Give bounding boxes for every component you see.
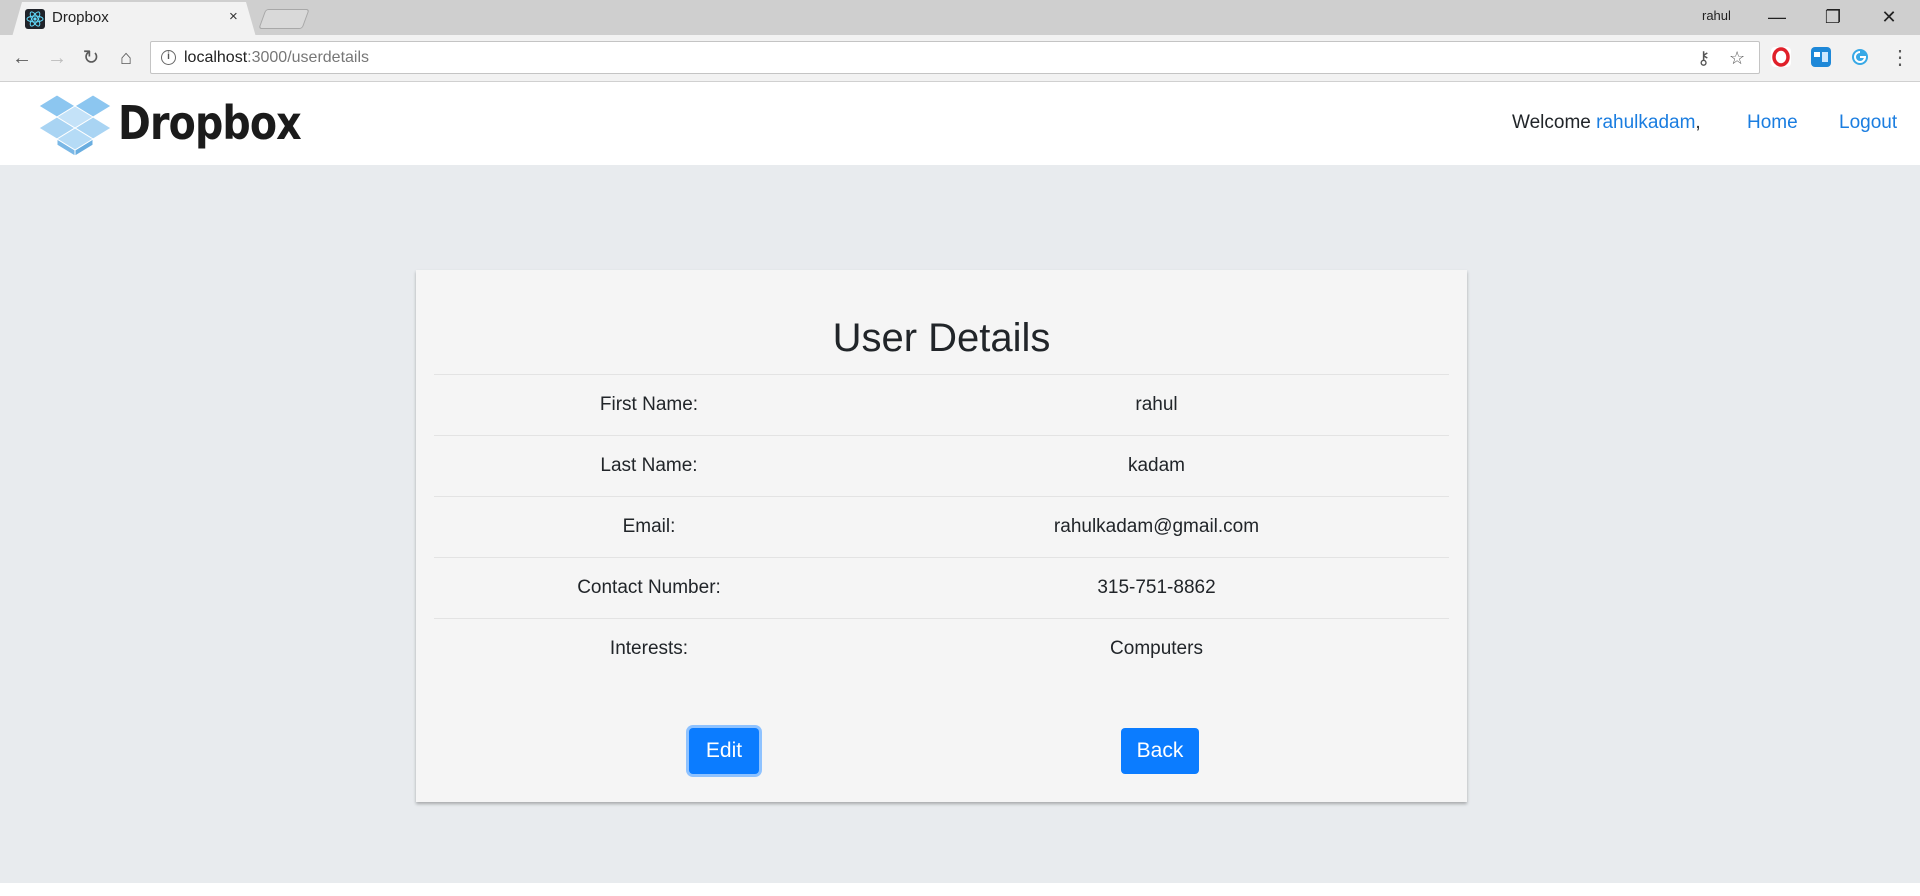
window-extension-icon[interactable] bbox=[1811, 47, 1831, 67]
bookmark-star-icon[interactable]: ☆ bbox=[1729, 48, 1745, 69]
browser-tab[interactable] bbox=[12, 2, 256, 37]
user-details-table: First Name: rahul Last Name: kadam Email… bbox=[434, 374, 1449, 680]
contact-number-value: 315-751-8862 bbox=[1097, 577, 1216, 598]
url-path: :3000/userdetails bbox=[247, 49, 370, 66]
site-header: Dropbox Welcome rahulkadam, Home Logout bbox=[0, 82, 1920, 165]
page: Dropbox Welcome rahulkadam, Home Logout … bbox=[0, 82, 1920, 896]
close-window-icon[interactable]: ✕ bbox=[1866, 4, 1912, 30]
table-row: Last Name: kadam bbox=[434, 435, 1449, 497]
minimize-icon[interactable]: — bbox=[1754, 4, 1800, 30]
browser-menu-icon[interactable]: ⋮ bbox=[1887, 45, 1913, 71]
reload-icon[interactable]: ↻ bbox=[78, 45, 104, 71]
globe-extension-icon[interactable] bbox=[1850, 47, 1870, 67]
brand-name: Dropbox bbox=[118, 96, 302, 150]
new-tab-button[interactable] bbox=[258, 9, 310, 29]
interests-label: Interests: bbox=[609, 638, 689, 660]
url-text[interactable]: localhost:3000/userdetails bbox=[184, 49, 369, 67]
key-icon[interactable]: ⚷ bbox=[1697, 48, 1710, 69]
site-info-icon[interactable]: i bbox=[161, 50, 176, 65]
forward-icon[interactable]: → bbox=[44, 45, 70, 71]
table-row: Interests: Computers bbox=[434, 618, 1449, 680]
email-label: Email: bbox=[622, 516, 676, 537]
contact-number-label: Contact Number: bbox=[577, 577, 721, 598]
email-value: rahulkadam@gmail.com bbox=[1053, 516, 1260, 537]
user-details-card: User Details First Name: rahul Last Name… bbox=[416, 270, 1467, 802]
last-name-label: Last Name: bbox=[600, 455, 698, 476]
profile-name[interactable]: rahul bbox=[1702, 8, 1731, 23]
browser-titlebar: Dropbox × rahul — ❐ ✕ bbox=[0, 0, 1920, 37]
table-row: First Name: rahul bbox=[434, 374, 1449, 436]
home-link[interactable]: Home bbox=[1747, 112, 1798, 134]
back-button[interactable]: Back bbox=[1121, 728, 1199, 774]
address-bar[interactable]: i localhost:3000/userdetails ⚷ ☆ bbox=[150, 41, 1760, 74]
dropbox-logo-icon[interactable] bbox=[38, 92, 112, 158]
tab-title: Dropbox bbox=[52, 9, 109, 26]
first-name-label: First Name: bbox=[599, 394, 699, 415]
first-name-value: rahul bbox=[1135, 394, 1178, 415]
opera-extension-icon[interactable] bbox=[1771, 47, 1791, 67]
welcome-text: Welcome bbox=[1512, 112, 1597, 133]
react-favicon-icon bbox=[25, 9, 45, 29]
back-icon[interactable]: ← bbox=[9, 45, 35, 71]
table-row: Contact Number: 315-751-8862 bbox=[434, 557, 1449, 619]
welcome-comma: , bbox=[1695, 112, 1701, 133]
username-link[interactable]: rahulkadam bbox=[1596, 112, 1695, 133]
logout-link[interactable]: Logout bbox=[1839, 112, 1897, 134]
interests-value: Computers bbox=[1110, 638, 1203, 660]
url-host: localhost bbox=[184, 49, 248, 66]
welcome-message: Welcome rahulkadam, bbox=[1512, 112, 1701, 134]
restore-icon[interactable]: ❐ bbox=[1810, 4, 1856, 30]
card-title: User Details bbox=[832, 316, 1051, 360]
browser-toolbar: ← → ↻ ⌂ i localhost:3000/userdetails ⚷ ☆… bbox=[0, 35, 1920, 82]
edit-button[interactable]: Edit bbox=[689, 728, 759, 774]
last-name-value: kadam bbox=[1127, 455, 1186, 476]
table-row: Email: rahulkadam@gmail.com bbox=[434, 496, 1449, 558]
main-content: User Details First Name: rahul Last Name… bbox=[0, 165, 1920, 883]
tab-close-icon[interactable]: × bbox=[229, 8, 238, 25]
home-icon[interactable]: ⌂ bbox=[113, 45, 139, 71]
